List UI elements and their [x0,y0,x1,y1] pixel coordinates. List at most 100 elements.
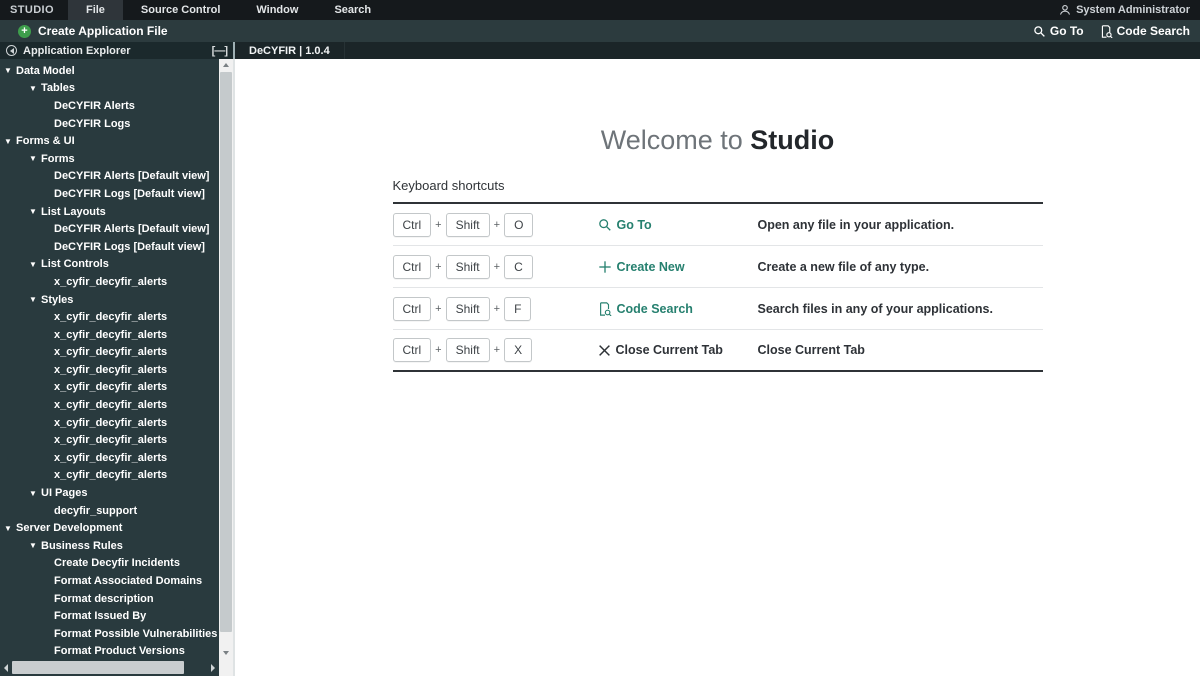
tree-item[interactable]: Format Product Versions [0,643,219,659]
scroll-down-icon[interactable] [219,647,233,659]
tree-item-label: x_cyfir_decyfir_alerts [54,275,168,288]
create-application-file-button[interactable]: + Create Application File [0,24,180,38]
scrollbar-corner [219,659,233,676]
tree-item[interactable]: x_cyfir_decyfir_alerts [0,449,219,467]
keyboard-shortcuts-heading: Keyboard shortcuts [392,178,505,193]
keycap: O [504,212,534,237]
scroll-left-icon[interactable] [0,659,12,676]
shortcut-action-create-new[interactable]: Create New [598,260,758,274]
tree-item[interactable]: x_cyfir_decyfir_alerts [0,361,219,379]
menu-source-control[interactable]: Source Control [123,0,238,20]
caret-down-icon[interactable]: ▼ [29,154,41,163]
tree-item[interactable]: x_cyfir_decyfir_alerts [0,326,219,344]
plus-circle-icon: + [18,24,31,38]
tree-item[interactable]: x_cyfir_decyfir_alerts [0,414,219,432]
tree-item[interactable]: Format Issued By [0,607,219,625]
keycap: Ctrl [392,338,432,362]
caret-down-icon[interactable]: ▼ [4,137,16,146]
tree-item[interactable]: DeCYFIR Alerts [Default view] [0,168,219,186]
caret-down-icon[interactable]: ▼ [4,66,16,75]
menu-window[interactable]: Window [238,0,316,20]
tree-item[interactable]: Format Possible Vulnerabilities [0,625,219,643]
tree-item-label: x_cyfir_decyfir_alerts [54,469,168,482]
tree-item-label: Forms & UI [16,135,75,148]
menu-file[interactable]: File [67,0,123,20]
tree-item[interactable]: DeCYFIR Alerts [0,97,219,115]
tree-item[interactable]: x_cyfir_decyfir_alerts [0,396,219,414]
key-plus-separator: + [493,218,501,231]
caret-down-icon[interactable]: ▼ [29,260,41,269]
caret-down-icon[interactable]: ▼ [29,489,41,498]
collapse-tree-icon[interactable] [6,45,17,56]
tree-item-label: Format Issued By [54,610,147,623]
application-explorer-tree: ▼ Data Model ▼ Tables DeCYFIR Alerts DeCYFIR … [0,59,219,659]
menu-search[interactable]: Search [316,0,389,20]
tree-group[interactable]: ▼ Styles [0,291,219,309]
vertical-scrollbar-thumb[interactable] [220,72,232,632]
tree-item-label: Create Decyfir Incidents [54,557,180,570]
code-search-button[interactable]: Code Search [1100,24,1190,38]
tree-item[interactable]: DeCYFIR Logs [Default view] [0,238,219,256]
shortcut-action-close-current-tab[interactable]: Close Current Tab [598,343,758,357]
tree-item[interactable]: Format Associated Domains [0,572,219,590]
caret-down-icon[interactable]: ▼ [29,84,41,93]
tree-item[interactable]: decyfir_support [0,502,219,520]
scroll-up-icon[interactable] [219,59,233,71]
caret-down-icon[interactable]: ▼ [29,207,41,216]
key-plus-separator: + [435,218,442,231]
tab-decyfir[interactable]: DeCYFIR | 1.0.4 [235,42,345,59]
tree-group[interactable]: ▼ Business Rules [0,537,219,555]
tree-item-label: List Controls [41,258,109,271]
tree-group[interactable]: ▼ Forms [0,150,219,168]
tree-item-label: x_cyfir_decyfir_alerts [54,399,168,412]
studio-wordmark: Studio [750,125,835,155]
tree-item[interactable]: x_cyfir_decyfir_alerts [0,379,219,397]
scroll-right-icon[interactable] [207,659,219,676]
tree-group[interactable]: ▼ Forms & UI [0,132,219,150]
keycap: Ctrl [392,212,432,237]
tree-item[interactable]: DeCYFIR Logs [Default view] [0,185,219,203]
shortcut-action-label: Code Search [616,301,693,316]
tree-item[interactable]: Create Decyfir Incidents [0,555,219,573]
tree-group[interactable]: ▼ Server Development [0,519,219,537]
caret-down-icon[interactable]: ▼ [29,541,41,550]
tree-group[interactable]: ▼ List Layouts [0,203,219,221]
keycap: Shift [445,338,490,362]
tree-item-label: x_cyfir_decyfir_alerts [54,434,168,447]
keycap: Shift [445,254,490,279]
shortcut-row: Ctrl + Shift + F Code Search Search files in a… [392,288,1043,330]
shortcut-description: Search files in any of your applications… [757,301,993,316]
tree-item[interactable]: DeCYFIR Alerts [Default view] [0,220,219,238]
shortcut-action-go-to[interactable]: Go To [598,218,758,232]
shortcut-keys: Ctrl + Shift + C [392,254,598,279]
tree-item[interactable]: x_cyfir_decyfir_alerts [0,273,219,291]
goto-button[interactable]: Go To [1033,24,1084,38]
tree-group[interactable]: ▼ Tables [0,80,219,98]
keyboard-shortcuts-section: Keyboard shortcuts Ctrl + Shift + O Go To Open… [392,178,1043,372]
tree-item[interactable]: x_cyfir_decyfir_alerts [0,431,219,449]
tree-item-label: Forms [41,152,75,165]
tree-item-label: DeCYFIR Alerts [Default view] [54,170,210,183]
tree-item[interactable]: Format description [0,590,219,608]
tree-item[interactable]: DeCYFIR Logs [0,115,219,133]
user-menu[interactable]: System Administrator [1059,0,1200,20]
tree-item-label: DeCYFIR Alerts [54,99,135,112]
collapse-panel-button[interactable]: [—] [212,45,228,57]
caret-down-icon[interactable]: ▼ [29,295,41,304]
tree-group[interactable]: ▼ UI Pages [0,484,219,502]
tree-group[interactable]: ▼ List Controls [0,256,219,274]
tree-item[interactable]: x_cyfir_decyfir_alerts [0,308,219,326]
caret-down-icon[interactable]: ▼ [4,524,16,533]
vertical-scrollbar[interactable] [219,59,233,659]
horizontal-scrollbar-thumb[interactable] [12,661,184,674]
tree-item-label: Business Rules [41,539,123,552]
goto-label: Go To [1049,24,1084,38]
tree-item-label: DeCYFIR Logs [54,117,131,130]
shortcut-action-code-search[interactable]: Code Search [598,302,758,316]
key-plus-separator: + [435,344,442,356]
horizontal-scrollbar[interactable] [0,659,219,676]
tree-item-label: x_cyfir_decyfir_alerts [54,381,168,394]
tree-group[interactable]: ▼ Data Model [0,62,219,80]
tree-item[interactable]: x_cyfir_decyfir_alerts [0,467,219,485]
tree-item[interactable]: x_cyfir_decyfir_alerts [0,344,219,362]
